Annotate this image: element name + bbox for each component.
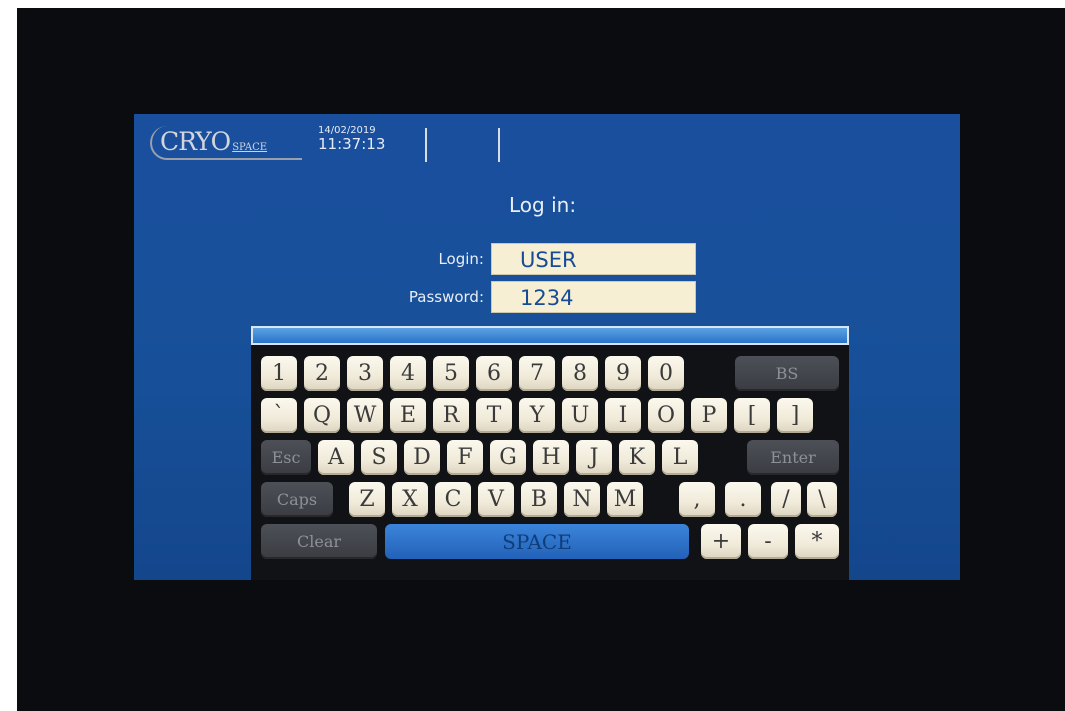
key-9[interactable]: 9 <box>605 356 641 391</box>
key-right-bracket[interactable]: ] <box>777 398 813 433</box>
keyboard-input-bar <box>251 326 849 345</box>
key-caps[interactable]: Caps <box>261 482 333 517</box>
key-f[interactable]: F <box>447 440 483 475</box>
key-comma[interactable]: , <box>679 482 715 517</box>
key-y[interactable]: Y <box>519 398 555 433</box>
key-1[interactable]: 1 <box>261 356 297 391</box>
key-backtick[interactable]: ` <box>261 398 297 433</box>
key-c[interactable]: C <box>435 482 471 517</box>
key-8[interactable]: 8 <box>562 356 598 391</box>
logo-sub-text: SPACE <box>232 142 268 153</box>
header-divider <box>498 128 500 162</box>
key-2[interactable]: 2 <box>304 356 340 391</box>
key-0[interactable]: 0 <box>648 356 684 391</box>
key-n[interactable]: N <box>564 482 600 517</box>
key-a[interactable]: A <box>318 440 354 475</box>
key-w[interactable]: W <box>347 398 383 433</box>
key-q[interactable]: Q <box>304 398 340 433</box>
key-7[interactable]: 7 <box>519 356 555 391</box>
login-field[interactable]: USER <box>491 243 696 275</box>
login-label: Login: <box>438 250 484 268</box>
key-backspace[interactable]: BS <box>735 356 839 391</box>
key-r[interactable]: R <box>433 398 469 433</box>
key-i[interactable]: I <box>605 398 641 433</box>
header-divider <box>425 128 427 162</box>
key-6[interactable]: 6 <box>476 356 512 391</box>
key-period[interactable]: . <box>725 482 761 517</box>
key-space[interactable]: SPACE <box>385 524 689 559</box>
key-d[interactable]: D <box>404 440 440 475</box>
key-clear[interactable]: Clear <box>261 524 377 559</box>
key-enter[interactable]: Enter <box>747 440 839 475</box>
device-screen: CRYO SPACE 14/02/2019 11:37:13 Log in: L… <box>134 114 960 580</box>
password-field[interactable]: 1234 <box>491 281 696 313</box>
key-k[interactable]: K <box>619 440 655 475</box>
time-label: 11:37:13 <box>318 135 386 153</box>
on-screen-keyboard: 1 2 3 4 5 6 7 8 9 0 BS ` Q W E R T Y U I… <box>251 345 849 580</box>
logo-main-text: CRYO <box>160 127 231 156</box>
password-label: Password: <box>408 288 484 306</box>
key-3[interactable]: 3 <box>347 356 383 391</box>
key-s[interactable]: S <box>361 440 397 475</box>
key-asterisk[interactable]: * <box>795 524 839 559</box>
key-p[interactable]: P <box>691 398 727 433</box>
key-l[interactable]: L <box>662 440 698 475</box>
datetime: 14/02/2019 11:37:13 <box>318 126 385 152</box>
key-z[interactable]: Z <box>349 482 385 517</box>
key-o[interactable]: O <box>648 398 684 433</box>
key-e[interactable]: E <box>390 398 426 433</box>
key-5[interactable]: 5 <box>433 356 469 391</box>
key-minus[interactable]: - <box>748 524 788 559</box>
key-plus[interactable]: + <box>701 524 741 559</box>
key-slash[interactable]: / <box>771 482 801 517</box>
key-j[interactable]: J <box>576 440 612 475</box>
key-left-bracket[interactable]: [ <box>734 398 770 433</box>
key-m[interactable]: M <box>607 482 643 517</box>
key-g[interactable]: G <box>490 440 526 475</box>
key-4[interactable]: 4 <box>390 356 426 391</box>
key-b[interactable]: B <box>521 482 557 517</box>
page-title: Log in: <box>509 193 577 217</box>
key-h[interactable]: H <box>533 440 569 475</box>
cryospace-logo: CRYO SPACE <box>150 126 302 160</box>
key-x[interactable]: X <box>392 482 428 517</box>
key-esc[interactable]: Esc <box>261 440 311 475</box>
key-t[interactable]: T <box>476 398 512 433</box>
key-u[interactable]: U <box>562 398 598 433</box>
key-v[interactable]: V <box>478 482 514 517</box>
key-backslash[interactable]: \ <box>807 482 837 517</box>
